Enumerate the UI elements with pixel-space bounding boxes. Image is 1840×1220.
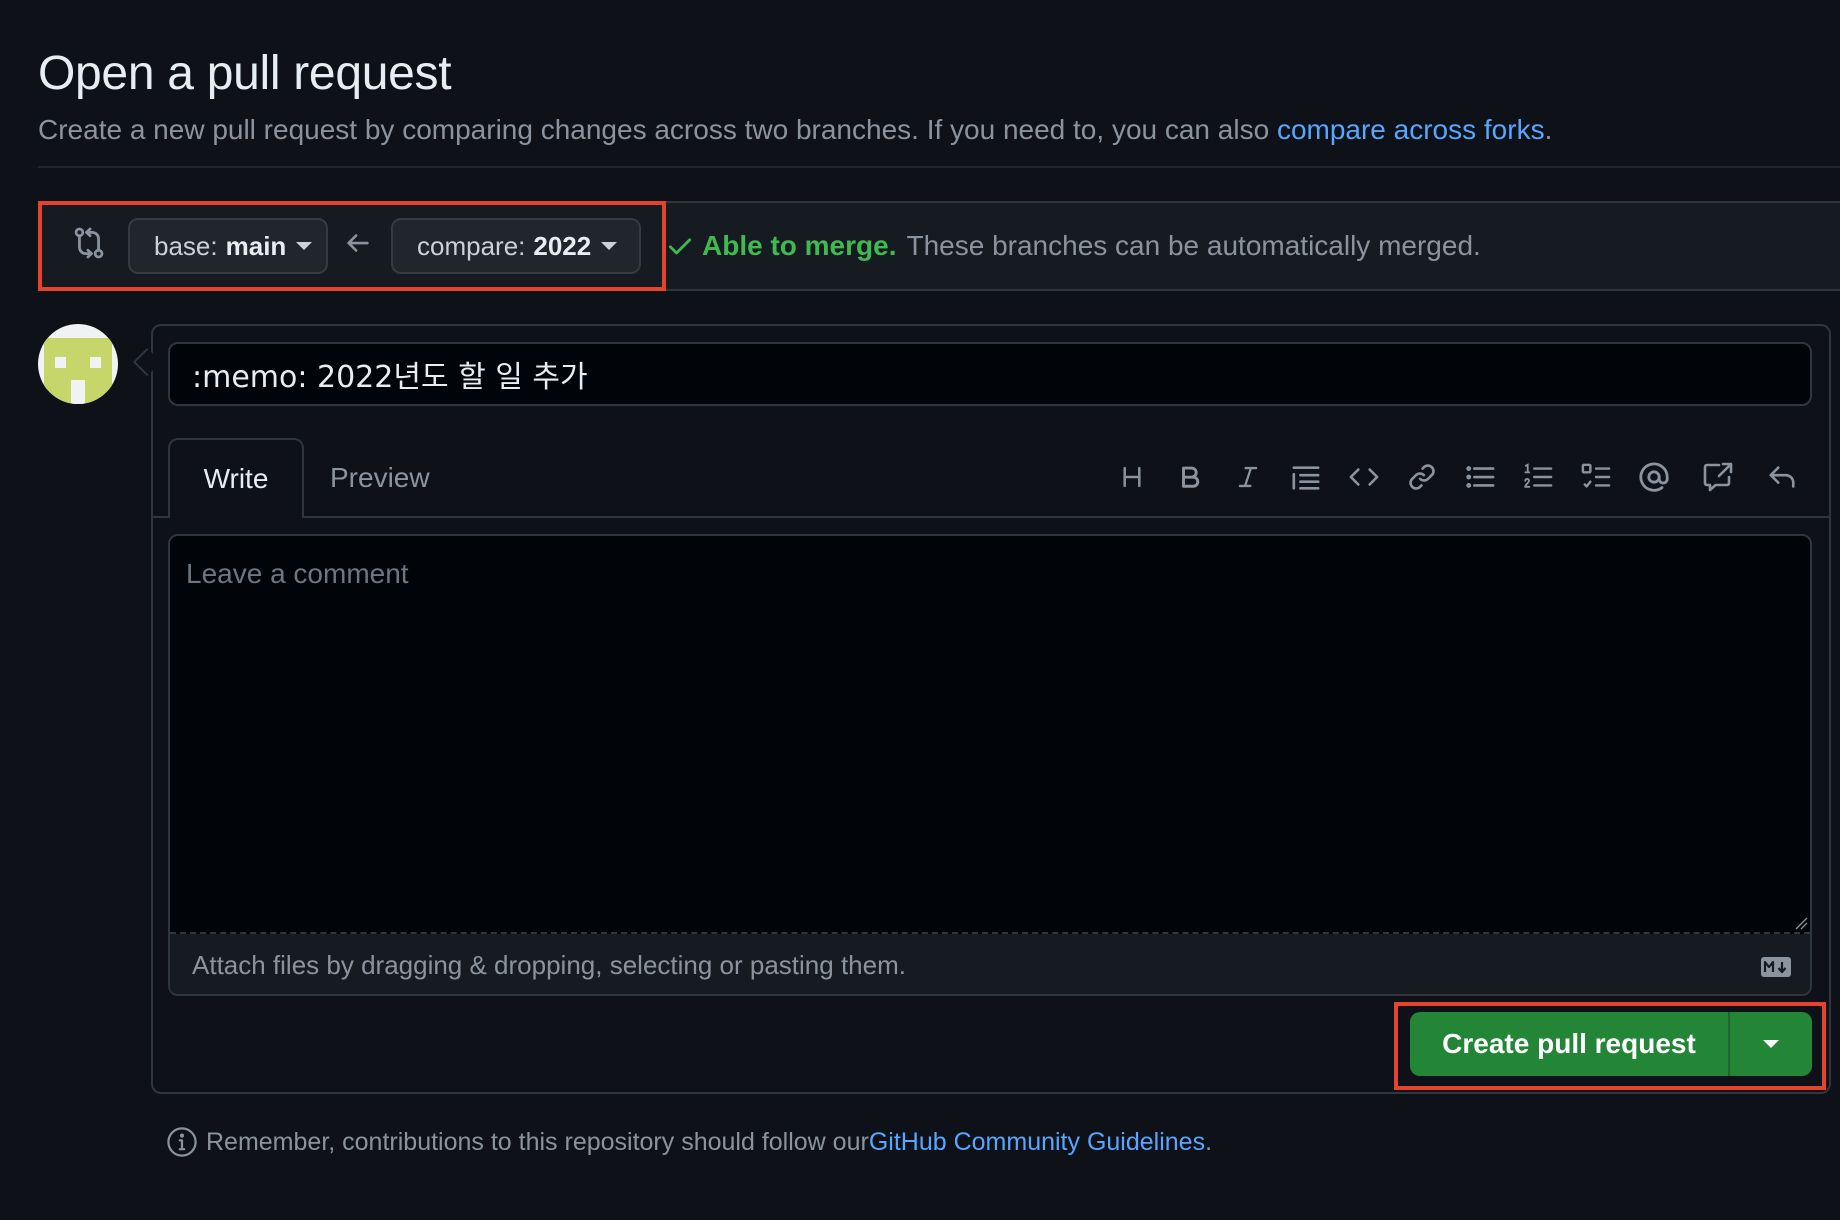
- community-guidelines-link[interactable]: GitHub Community Guidelines: [869, 1128, 1205, 1157]
- link-icon[interactable]: [1400, 452, 1444, 502]
- avatar[interactable]: [38, 324, 118, 404]
- tab-strip-divider: [153, 516, 1829, 518]
- header-divider: [38, 166, 1840, 168]
- mention-icon[interactable]: [1632, 452, 1676, 502]
- chevron-down-icon: [1763, 1040, 1779, 1048]
- page-subtitle: Create a new pull request by comparing c…: [38, 110, 1552, 150]
- subtitle-suffix: .: [1544, 114, 1553, 145]
- resize-handle-icon[interactable]: [1794, 916, 1808, 930]
- create-pull-request-group: Create pull request: [1410, 1012, 1812, 1076]
- markdown-toolbar: [1110, 452, 1820, 502]
- ordered-list-icon[interactable]: [1516, 452, 1560, 502]
- compare-across-forks-link[interactable]: compare across forks: [1277, 114, 1545, 145]
- guidelines-note: Remember, contributions to this reposito…: [166, 1126, 1212, 1158]
- info-icon: [167, 1127, 197, 1157]
- comment-box: Attach files by dragging & dropping, sel…: [168, 534, 1812, 996]
- merge-ok-text: Able to merge.: [702, 230, 897, 261]
- tab-preview[interactable]: Preview: [330, 448, 430, 508]
- quote-icon[interactable]: [1284, 452, 1328, 502]
- cross-reference-icon[interactable]: [1696, 452, 1740, 502]
- italic-icon[interactable]: [1226, 452, 1270, 502]
- bold-icon[interactable]: [1168, 452, 1212, 502]
- merge-message: These branches can be automatically merg…: [906, 230, 1481, 261]
- pr-title-input[interactable]: [168, 342, 1812, 406]
- check-icon: [668, 238, 692, 255]
- merge-status: Able to merge. These branches can be aut…: [666, 226, 1481, 266]
- create-options-dropdown[interactable]: [1730, 1012, 1812, 1076]
- saved-replies-icon[interactable]: [1760, 452, 1804, 502]
- guidelines-text: Remember, contributions to this reposito…: [206, 1127, 869, 1156]
- create-pull-request-button[interactable]: Create pull request: [1410, 1012, 1728, 1076]
- guidelines-suffix: .: [1205, 1127, 1213, 1156]
- branch-selector-highlight: [38, 201, 666, 291]
- page-title: Open a pull request: [38, 47, 452, 100]
- unordered-list-icon[interactable]: [1458, 452, 1502, 502]
- identicon-icon: [44, 338, 112, 404]
- tab-write[interactable]: Write: [168, 438, 304, 518]
- subtitle-text: Create a new pull request by comparing c…: [38, 114, 1277, 145]
- heading-icon[interactable]: [1110, 452, 1154, 502]
- attach-files-text: Attach files by dragging & dropping, sel…: [192, 949, 906, 980]
- comment-textarea[interactable]: [170, 536, 1810, 934]
- code-icon[interactable]: [1342, 452, 1386, 502]
- attach-files-bar[interactable]: Attach files by dragging & dropping, sel…: [170, 934, 1810, 994]
- task-list-icon[interactable]: [1574, 452, 1618, 502]
- button-separator: [1728, 1012, 1730, 1076]
- markdown-icon[interactable]: [1760, 954, 1792, 977]
